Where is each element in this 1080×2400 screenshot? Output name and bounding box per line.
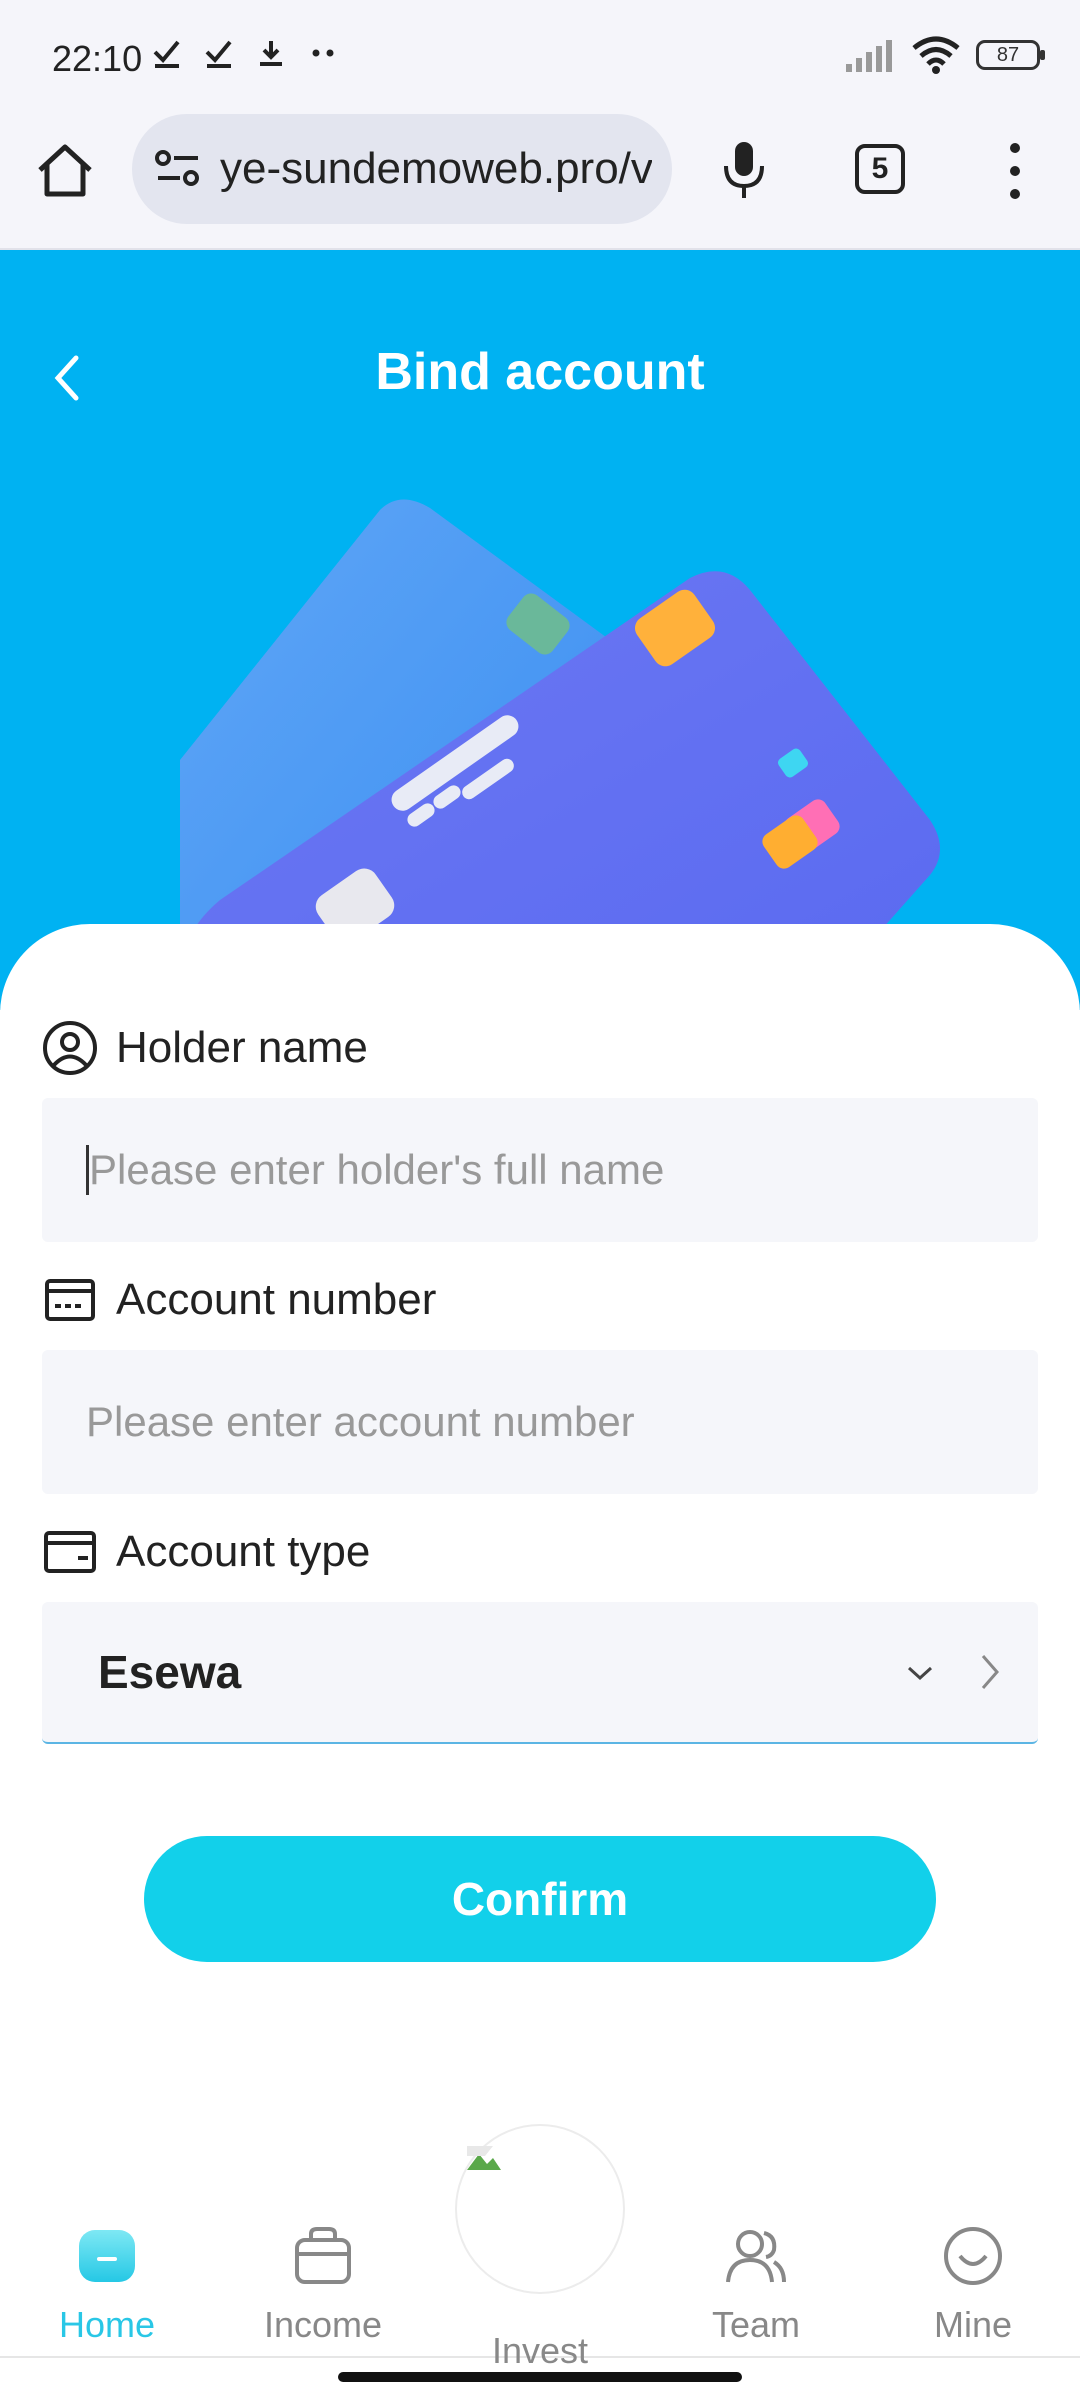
bottom-navigation: Home Income Invest Team Mine — [0, 2124, 1080, 2371]
account-number-placeholder: Please enter account number — [86, 1398, 635, 1445]
nav-team-label: Team — [711, 2304, 801, 2345]
smile-icon — [944, 2227, 1002, 2285]
holder-name-label-row: Holder name — [42, 1020, 368, 1076]
tabs-icon[interactable]: 5 — [855, 144, 905, 194]
mic-icon[interactable] — [716, 140, 772, 200]
hero-banner: Bind account — [0, 250, 1080, 1010]
nav-invest[interactable]: Invest — [450, 2124, 630, 2371]
account-number-label: Account number — [116, 1275, 437, 1324]
account-type-select[interactable]: Esewa — [42, 1602, 1038, 1744]
gesture-bar[interactable] — [338, 2372, 742, 2382]
holder-name-label: Holder name — [116, 1023, 368, 1072]
account-number-label-row: Account number — [42, 1272, 436, 1328]
battery-level: 87 — [996, 43, 1020, 66]
battery-icon: 87 — [976, 40, 1045, 70]
nav-team[interactable]: Team — [666, 2184, 846, 2356]
status-right-icons: 87 — [844, 36, 1045, 74]
invest-icon-circle — [455, 2124, 625, 2294]
user-circle-icon — [43, 1021, 97, 1075]
account-type-value: Esewa — [98, 1646, 242, 1698]
more-dots-icon — [312, 49, 334, 57]
chevron-down-icon — [907, 1666, 933, 1681]
account-number-input[interactable]: Please enter account number — [42, 1350, 1038, 1494]
wallet-icon — [44, 1531, 96, 1573]
download-icon — [260, 41, 282, 66]
nav-mine[interactable]: Mine — [883, 2184, 1063, 2356]
nav-home[interactable]: Home — [17, 2184, 197, 2356]
chevron-right-icon — [981, 1655, 999, 1689]
check-icon — [153, 40, 180, 68]
bag-icon — [295, 2227, 351, 2284]
tab-count: 5 — [871, 152, 889, 185]
form-sheet: Holder name Please enter holder's full n… — [0, 924, 1080, 2184]
status-notification-icons — [152, 38, 338, 68]
url-text[interactable]: ye-sundemoweb.pro/v — [220, 144, 652, 194]
broken-image-icon — [467, 2146, 501, 2170]
account-type-label-row: Account type — [42, 1524, 370, 1580]
page-title: Bind account — [375, 343, 705, 401]
signal-icon — [846, 40, 892, 72]
status-bar: 22:10 87 — [0, 0, 1080, 110]
address-bar[interactable]: ye-sundemoweb.pro/v — [132, 114, 672, 224]
home-icon — [79, 2230, 135, 2282]
menu-icon[interactable] — [1000, 140, 1030, 202]
nav-income-label: Income — [263, 2304, 383, 2345]
wifi-icon — [912, 36, 960, 74]
holder-name-placeholder: Please enter holder's full name — [89, 1146, 665, 1193]
account-type-label: Account type — [116, 1527, 371, 1576]
check-icon — [205, 40, 232, 68]
nav-invest-label: Invest — [491, 2330, 589, 2371]
users-icon — [726, 2230, 786, 2283]
status-time: 22:10 — [52, 38, 143, 79]
home-icon[interactable] — [34, 140, 96, 202]
nav-mine-label: Mine — [933, 2304, 1013, 2345]
holder-name-input[interactable]: Please enter holder's full name — [42, 1098, 1038, 1242]
card-icon — [45, 1279, 95, 1321]
confirm-button[interactable]: Confirm — [144, 1836, 936, 1962]
nav-home-label: Home — [58, 2304, 156, 2345]
browser-toolbar: ye-sundemoweb.pro/v 5 — [0, 110, 1080, 250]
site-settings-icon[interactable] — [154, 148, 202, 190]
nav-income[interactable]: Income — [233, 2184, 413, 2356]
